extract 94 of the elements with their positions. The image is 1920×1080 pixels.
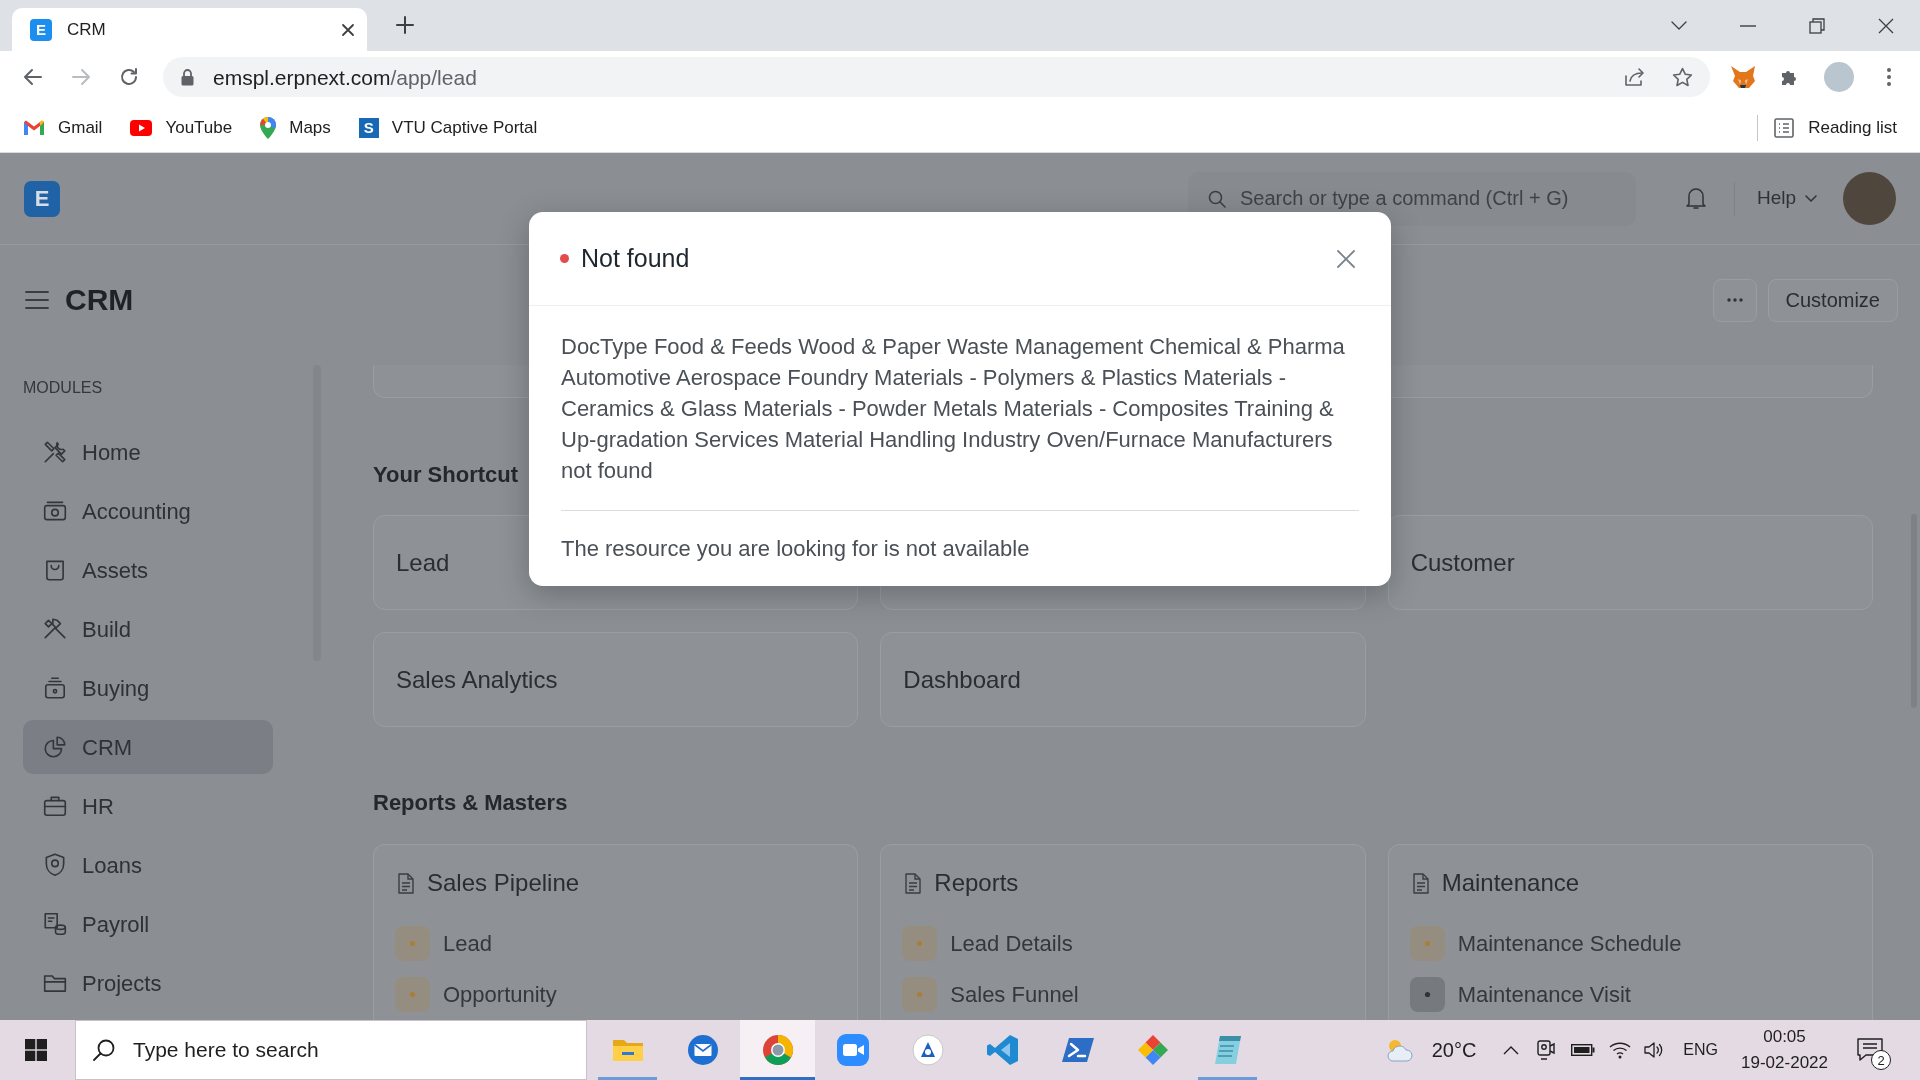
card-title: Reports xyxy=(934,868,1019,898)
shortcut-link[interactable]: Sales Analytics xyxy=(396,661,558,698)
language-indicator[interactable]: ENG xyxy=(1683,1038,1719,1062)
chevron-down-icon xyxy=(1805,195,1817,202)
search-icon xyxy=(92,1038,116,1062)
dialog-message: DocType Food & Feeds Wood & Paper Waste Management Chemical & Pharma Automotive Aerospace Foundry Materials - Polymers & Plastics Materials - Ceramics & Glass Materials - Powder Metals Materials - Composites Training & Up-gradation Services Material Handling Industry Oven/Furnace Manufacturers not found xyxy=(561,333,1346,485)
close-icon[interactable] xyxy=(341,22,355,37)
battery-icon[interactable] xyxy=(1571,1044,1596,1056)
shortcut-link[interactable]: Dashboard xyxy=(903,661,1021,698)
logo-icon[interactable]: E xyxy=(24,180,60,217)
logo-icon: S xyxy=(358,117,379,138)
gmail-icon xyxy=(23,119,45,136)
dialog-footer-text: The resource you are looking for is not available xyxy=(561,535,1030,563)
document-icon xyxy=(397,872,415,894)
play-button-icon xyxy=(130,119,153,136)
bookmark[interactable]: S VTU Captive Portal xyxy=(350,110,546,145)
more-icon xyxy=(1726,298,1743,302)
notification-badge: 2 xyxy=(1871,1050,1891,1070)
restore-icon[interactable] xyxy=(1808,17,1825,34)
status-dot-icon xyxy=(560,254,569,263)
map-pin-icon xyxy=(260,116,277,139)
sidebar-item[interactable]: Loans xyxy=(23,838,273,892)
section-heading: MODULES xyxy=(23,378,103,398)
chevron-down-icon[interactable] xyxy=(1670,21,1687,30)
lock-icon xyxy=(181,68,194,86)
share-icon[interactable] xyxy=(1624,67,1646,87)
close-icon[interactable] xyxy=(1877,17,1894,34)
document-icon xyxy=(1411,872,1430,894)
fox-icon[interactable] xyxy=(1730,65,1756,89)
minimize-icon[interactable] xyxy=(1739,24,1756,27)
sidebar-item[interactable]: Buying xyxy=(23,661,273,715)
report-link[interactable]: Maintenance Schedule xyxy=(1409,926,1682,961)
browser-icon xyxy=(760,1033,795,1067)
shortcut-link[interactable]: Lead xyxy=(396,544,450,581)
sidebar-item[interactable]: Projects xyxy=(23,956,273,1010)
report-link[interactable]: Opportunity xyxy=(395,977,557,1012)
wifi-icon[interactable] xyxy=(1609,1041,1632,1059)
box-icon xyxy=(42,675,68,701)
temperature-text[interactable]: 20°C xyxy=(1431,1035,1477,1065)
avatar-icon[interactable] xyxy=(1843,172,1896,225)
plus-icon[interactable] xyxy=(395,15,415,35)
time-text[interactable]: 00:05 xyxy=(1763,1024,1806,1050)
help-menu[interactable]: Help xyxy=(1756,184,1817,213)
webcam-icon[interactable] xyxy=(1537,1040,1556,1060)
browser-tab[interactable]: E CRM xyxy=(12,8,367,51)
page-title: CRM xyxy=(65,285,134,315)
url-text: emspl.erpnext.com/app/lead xyxy=(213,66,477,88)
report-link[interactable]: Lead Details xyxy=(902,926,1073,961)
sidebar-item[interactable]: Assets xyxy=(23,543,273,597)
bookmark[interactable]: YouTube xyxy=(122,110,241,145)
document-coins-icon xyxy=(42,911,68,937)
back-icon[interactable] xyxy=(23,67,43,87)
sidebar-item[interactable]: Home xyxy=(23,425,273,479)
menu-icon[interactable] xyxy=(25,291,49,309)
reload-icon[interactable] xyxy=(119,67,139,87)
tools-icon xyxy=(42,439,68,465)
speaker-icon[interactable] xyxy=(1644,1041,1665,1059)
star-icon[interactable] xyxy=(1672,67,1693,87)
shortcut-link[interactable]: Customer xyxy=(1410,544,1515,581)
sidebar-item[interactable]: Accounting xyxy=(23,484,273,538)
search-icon xyxy=(1207,189,1226,208)
sidebar-item[interactable]: HR xyxy=(23,779,273,833)
mail-icon xyxy=(685,1033,720,1067)
section-heading: Reports & Masters xyxy=(373,789,568,817)
app-icon xyxy=(910,1033,945,1067)
reading-list-button[interactable]: Reading list xyxy=(1766,110,1905,145)
sidebar-item[interactable]: CRM xyxy=(23,720,273,774)
search-field[interactable]: Type here to search xyxy=(75,1020,587,1080)
search-field[interactable]: Search or type a command (Ctrl + G) xyxy=(1187,171,1636,226)
address-bar[interactable]: emspl.erpnext.com/app/lead xyxy=(163,57,1710,97)
report-link[interactable]: Maintenance Visit xyxy=(1409,977,1631,1012)
windows-icon[interactable] xyxy=(25,1039,47,1061)
list-icon xyxy=(1774,117,1795,138)
bookmark[interactable]: Maps xyxy=(252,110,339,145)
taskbar-button[interactable] xyxy=(740,1020,815,1080)
bookmark[interactable]: Gmail xyxy=(15,110,111,145)
report-link[interactable]: Sales Funnel xyxy=(902,977,1079,1012)
pie-chart-icon xyxy=(42,734,68,760)
card-title: Maintenance xyxy=(1441,868,1580,898)
date-text[interactable]: 19-02-2022 xyxy=(1741,1050,1828,1076)
sidebar-item[interactable]: Payroll xyxy=(23,897,273,951)
sidebar-item[interactable]: Build xyxy=(23,602,273,656)
report-link[interactable]: Lead xyxy=(395,926,492,961)
document-icon xyxy=(904,872,923,894)
dialog-title: Not found xyxy=(581,242,690,274)
more-icon[interactable] xyxy=(1887,68,1891,86)
section-heading: Your Shortcut xyxy=(373,461,519,489)
video-camera-icon xyxy=(835,1033,870,1067)
favicon-icon: E xyxy=(30,18,52,41)
code-editor-icon xyxy=(985,1033,1020,1067)
chevron-up-icon[interactable] xyxy=(1503,1045,1520,1055)
customize-button[interactable]: Customize xyxy=(1767,278,1898,322)
card-title: Sales Pipeline xyxy=(427,868,580,898)
bell-icon[interactable] xyxy=(1685,187,1706,210)
